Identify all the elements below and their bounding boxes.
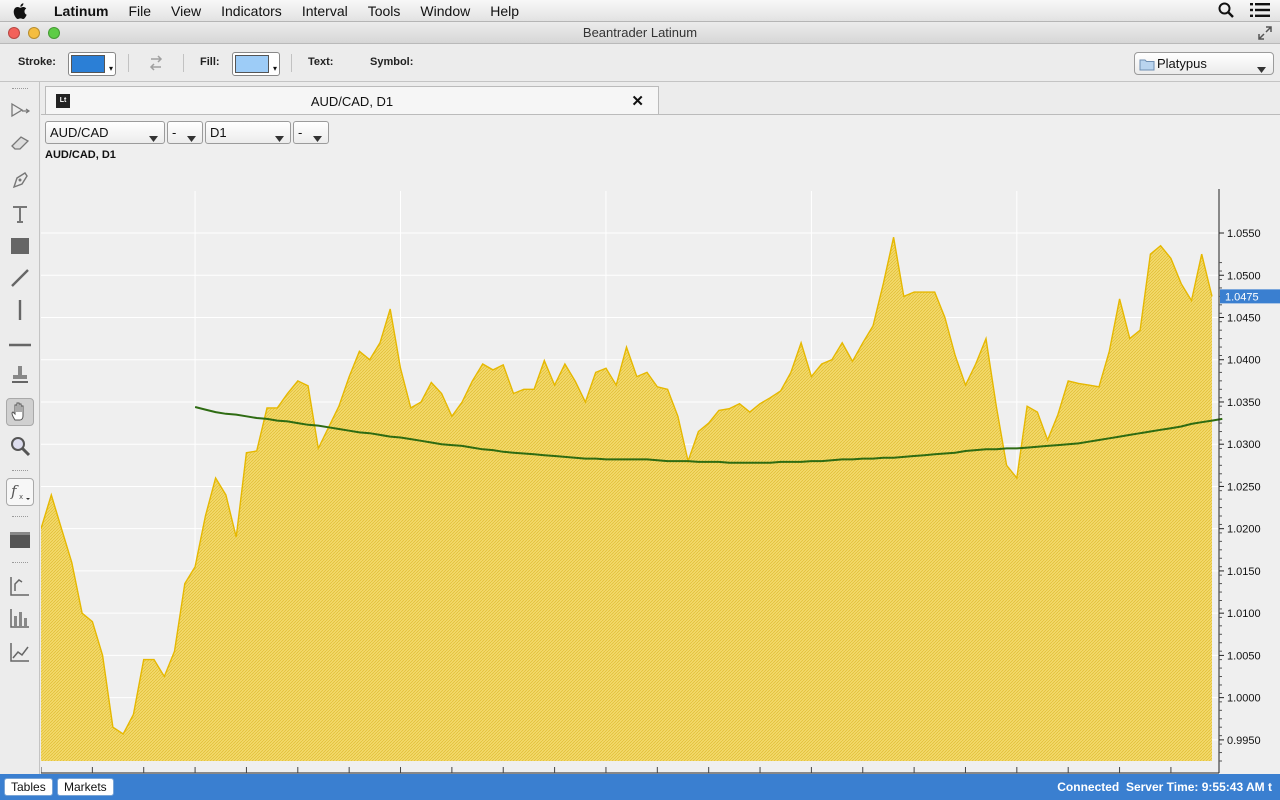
palette-grip bbox=[12, 516, 28, 519]
chart-document: Lt AUD/CAD, D1 ✕ AUD/CAD - D1 - AUD/CAD,… bbox=[41, 82, 1280, 775]
area-chart-icon[interactable] bbox=[6, 638, 34, 666]
pen-icon[interactable] bbox=[6, 166, 34, 194]
server-time: Server Time: 9:55:43 AM t bbox=[1125, 780, 1272, 794]
menu-indicators[interactable]: Indicators bbox=[211, 0, 292, 22]
symbol-select-value: AUD/CAD bbox=[50, 125, 109, 140]
y-tick-label: 0.9950 bbox=[1227, 735, 1261, 747]
tables-button[interactable]: Tables bbox=[4, 778, 53, 796]
drawing-toolbar: Stroke: ▾ Fill: ▾ Text: Symbol: Platypus bbox=[0, 44, 1280, 82]
hand-icon[interactable] bbox=[6, 398, 34, 426]
horizontal-line-icon[interactable] bbox=[6, 328, 34, 356]
fill-color-picker[interactable]: ▾ bbox=[232, 52, 280, 76]
workspace-select-value: Platypus bbox=[1157, 56, 1207, 71]
chevron-down-icon bbox=[275, 130, 284, 145]
connection-state: Connected bbox=[1057, 780, 1120, 794]
tool-palette: fx bbox=[0, 82, 40, 774]
chevron-down-icon bbox=[1257, 61, 1266, 76]
y-tick-label: 1.0450 bbox=[1227, 312, 1261, 324]
symbol-label: Symbol: bbox=[370, 56, 414, 68]
svg-text:f: f bbox=[10, 482, 19, 500]
y-tick-label: 1.0100 bbox=[1227, 608, 1261, 620]
y-tick-label: 1.0000 bbox=[1227, 693, 1261, 705]
eraser-icon[interactable] bbox=[6, 128, 34, 156]
current-price-label: 1.0475 bbox=[1225, 291, 1259, 303]
menu-window[interactable]: Window bbox=[410, 0, 480, 22]
close-tab-icon[interactable]: ✕ bbox=[631, 92, 644, 110]
menu-file[interactable]: File bbox=[118, 0, 161, 22]
menu-help[interactable]: Help bbox=[480, 0, 529, 22]
toolbar-divider bbox=[183, 54, 184, 72]
stamp-icon[interactable] bbox=[6, 360, 34, 388]
stroke-label: Stroke: bbox=[18, 56, 56, 68]
markets-button[interactable]: Markets bbox=[57, 778, 114, 796]
chart-caption: AUD/CAD, D1 bbox=[45, 149, 116, 161]
rectangle-icon[interactable] bbox=[6, 232, 34, 260]
palette-grip bbox=[12, 88, 28, 91]
list-icon[interactable] bbox=[1250, 2, 1270, 21]
stroke-color-picker[interactable]: ▾ bbox=[68, 52, 116, 76]
y-tick-label: 1.0150 bbox=[1227, 566, 1261, 578]
option-select-value: - bbox=[172, 125, 177, 140]
option-select-value: - bbox=[298, 125, 303, 140]
text-tool-icon[interactable] bbox=[6, 200, 34, 228]
symbol-select[interactable]: AUD/CAD bbox=[45, 121, 165, 144]
window-icon[interactable] bbox=[6, 526, 34, 554]
option-select[interactable]: - bbox=[167, 121, 203, 144]
cursor-tool-icon[interactable] bbox=[6, 96, 34, 124]
swap-colors-icon[interactable] bbox=[147, 54, 165, 75]
chevron-down-icon bbox=[187, 130, 196, 145]
menu-app-name[interactable]: Latinum bbox=[40, 0, 118, 22]
svg-text:x: x bbox=[19, 493, 23, 501]
interval-select-value: D1 bbox=[210, 125, 227, 140]
chart-panel: AUD/CAD - D1 - AUD/CAD, D1 1.0550 1.0500… bbox=[41, 114, 1280, 775]
palette-grip bbox=[12, 470, 28, 473]
chevron-down-icon bbox=[313, 130, 322, 145]
apple-icon[interactable] bbox=[0, 0, 40, 22]
y-tick-label: 1.0200 bbox=[1227, 524, 1261, 536]
zoom-icon[interactable] bbox=[6, 432, 34, 460]
fullscreen-icon[interactable] bbox=[1258, 26, 1272, 43]
y-tick-label: 1.0050 bbox=[1227, 650, 1261, 662]
window-title: Beantrader Latinum bbox=[582, 25, 698, 40]
chevron-down-icon: ▾ bbox=[272, 64, 277, 73]
y-tick-label: 1.0400 bbox=[1227, 355, 1261, 367]
menu-tools[interactable]: Tools bbox=[358, 0, 411, 22]
bar-chart-icon[interactable] bbox=[6, 604, 34, 632]
line-chart-icon[interactable] bbox=[6, 572, 34, 600]
price-chart[interactable]: 1.0550 1.0500 1.0450 1.0400 1.0350 1.0300 1.02… bbox=[41, 165, 1280, 775]
fill-color-swatch bbox=[235, 55, 269, 73]
y-tick-label: 1.0550 bbox=[1227, 228, 1261, 240]
stroke-color-swatch bbox=[71, 55, 105, 73]
folder-icon bbox=[1139, 58, 1155, 74]
menu-bar: Latinum File View Indicators Interval To… bbox=[0, 0, 1280, 22]
status-bar: Tables Markets Connected Server Time: 9:… bbox=[0, 774, 1280, 800]
option-select[interactable]: - bbox=[293, 121, 329, 144]
toolbar-divider bbox=[291, 54, 292, 72]
y-tick-label: 1.0250 bbox=[1227, 481, 1261, 493]
interval-select[interactable]: D1 bbox=[205, 121, 291, 144]
y-tick-label: 1.0500 bbox=[1227, 270, 1261, 282]
tab-aud-cad[interactable]: Lt AUD/CAD, D1 ✕ bbox=[45, 86, 659, 114]
y-tick-label: 1.0300 bbox=[1227, 439, 1261, 451]
text-label: Text: bbox=[308, 56, 334, 68]
toolbar-divider bbox=[128, 54, 129, 72]
fill-label: Fill: bbox=[200, 56, 220, 68]
chevron-down-icon bbox=[149, 130, 158, 145]
vertical-line-icon[interactable] bbox=[6, 296, 34, 324]
search-icon[interactable] bbox=[1218, 2, 1234, 21]
palette-grip bbox=[12, 562, 28, 565]
y-tick-label: 1.0350 bbox=[1227, 397, 1261, 409]
connection-status: Connected Server Time: 9:55:43 AM t bbox=[1057, 780, 1272, 794]
menu-interval[interactable]: Interval bbox=[292, 0, 358, 22]
line-icon[interactable] bbox=[6, 264, 34, 292]
workspace-select[interactable]: Platypus bbox=[1134, 52, 1274, 75]
menu-view[interactable]: View bbox=[161, 0, 211, 22]
window-title-bar: Beantrader Latinum bbox=[0, 22, 1280, 44]
function-icon[interactable]: fx bbox=[6, 478, 34, 506]
tab-title: AUD/CAD, D1 bbox=[310, 94, 394, 109]
chevron-down-icon: ▾ bbox=[108, 64, 113, 73]
